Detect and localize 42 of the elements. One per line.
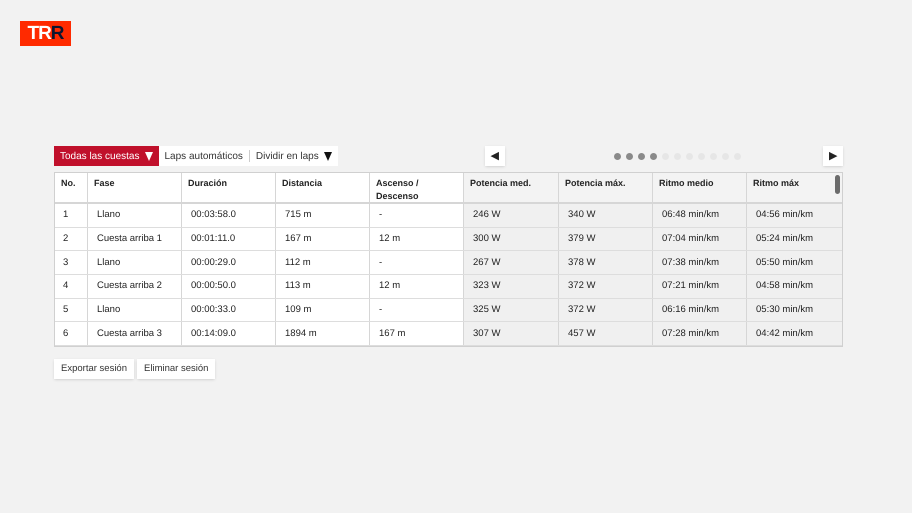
scrollbar-thumb[interactable] <box>835 175 840 194</box>
filter-tab[interactable]: Todas las cuestas <box>54 146 158 166</box>
table-cell: 12 m <box>370 228 464 250</box>
table-cell: 167 m <box>276 228 370 250</box>
table-cell: 00:01:11.0 <box>182 228 276 250</box>
column-header: Fase <box>88 173 182 202</box>
table-cell: 00:14:09.0 <box>182 322 276 346</box>
table-cell: 00:00:29.0 <box>182 251 276 274</box>
action-button[interactable]: Eliminar sesión <box>137 359 216 380</box>
table-cell: Llano <box>88 204 182 227</box>
table-cell: Llano <box>88 298 182 322</box>
table-cell: Cuesta arriba 2 <box>88 275 182 298</box>
table-cell: 167 m <box>370 322 464 346</box>
logo: TRR <box>20 21 71 46</box>
table-cell: Llano <box>88 251 182 274</box>
table-cell: 1894 m <box>276 322 370 346</box>
action-button[interactable]: Exportar sesión <box>54 359 134 380</box>
table-cell: 715 m <box>276 204 370 227</box>
column-header: Duración <box>182 173 276 202</box>
table-cell: 4 <box>55 275 88 298</box>
table-cell: 00:00:33.0 <box>182 298 276 322</box>
next-button[interactable]: ▶ <box>823 146 843 166</box>
table-cell: - <box>370 251 464 274</box>
column-header: Ascenso / Descenso <box>370 173 464 202</box>
table-cell: 1 <box>55 204 88 227</box>
table-cell: 00:03:58.0 <box>182 204 276 227</box>
table-cell: 6 <box>55 322 88 346</box>
table-cell: 112 m <box>276 251 370 274</box>
table-cell: 2 <box>55 228 88 250</box>
table-cell: 5 <box>55 298 88 322</box>
table-cell: 113 m <box>276 275 370 298</box>
table-cell: Cuesta arriba 1 <box>88 228 182 250</box>
table-cell: 3 <box>55 251 88 274</box>
table-cell: 00:00:50.0 <box>182 275 276 298</box>
table-cell: Cuesta arriba 3 <box>88 322 182 346</box>
column-header: No. <box>55 173 88 202</box>
column-header: Distancia <box>276 173 370 202</box>
table-cell: 109 m <box>276 298 370 322</box>
table-cell: - <box>370 204 464 227</box>
table-cell: 12 m <box>370 275 464 298</box>
table-cell: - <box>370 298 464 322</box>
previous-button[interactable]: ◀ <box>484 146 505 166</box>
